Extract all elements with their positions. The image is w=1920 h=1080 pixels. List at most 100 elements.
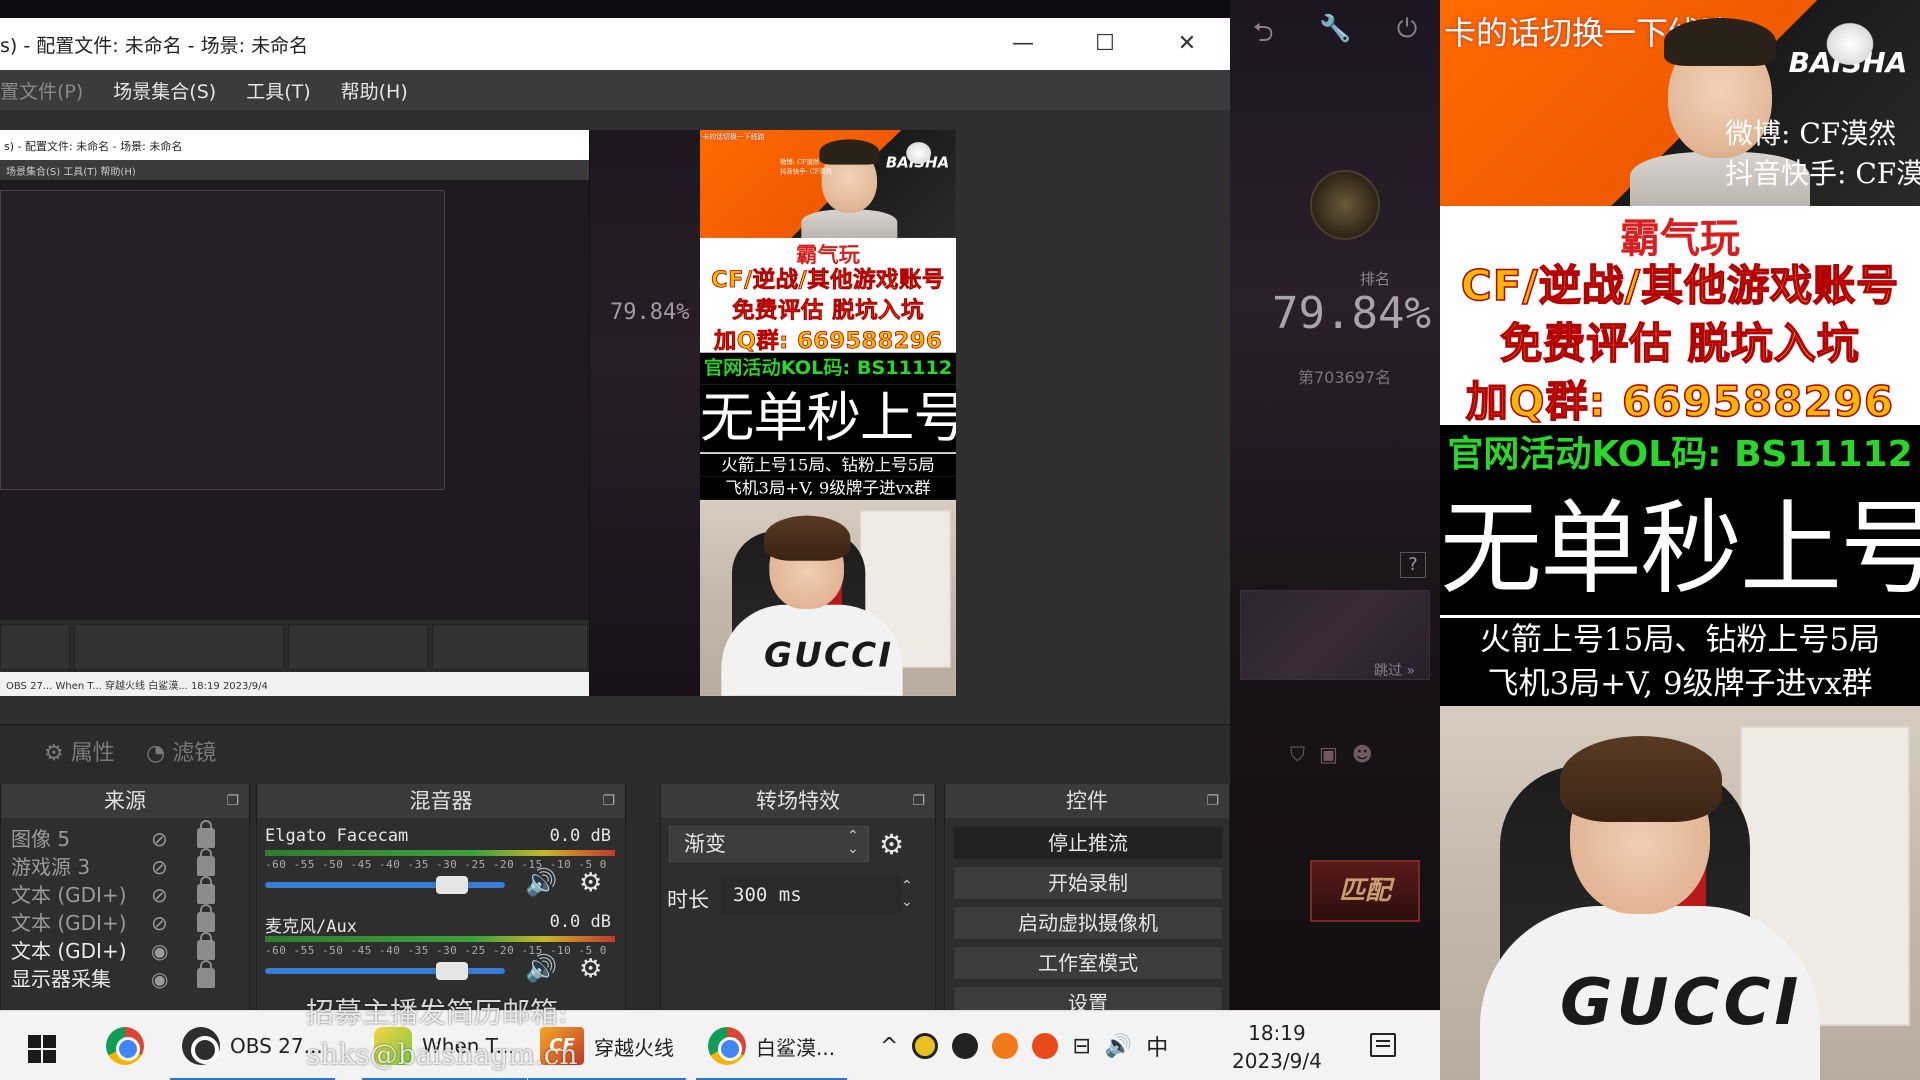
transitions-title: 转场特效 [756, 789, 840, 813]
windows-start-icon[interactable] [28, 1035, 56, 1063]
taskbar-chrome[interactable] [106, 1011, 144, 1080]
power-icon[interactable]: ⏻ [1397, 14, 1418, 58]
duration-input[interactable]: 300 ms [721, 876, 901, 914]
nested-game-strip: 79.84% [590, 130, 700, 696]
ad-douyin: 抖音快手: CF漠然 [779, 167, 832, 176]
flame-tray-icon[interactable] [992, 1033, 1019, 1059]
nested-menu: 场景集合(S) 工具(T) 帮助(H) [0, 160, 589, 180]
lock-icon[interactable] [197, 848, 215, 876]
menu-item[interactable]: 置文件(P) [0, 77, 83, 104]
ime-indicator[interactable]: 中 [1146, 1030, 1168, 1062]
maximize-button[interactable]: ☐ [1082, 26, 1128, 62]
skip-button[interactable]: 跳过 » [1374, 660, 1415, 680]
popout-icon[interactable]: ❐ [226, 784, 239, 818]
control-button[interactable]: 开始录制 [953, 866, 1223, 900]
meter-ticks: -60 -55 -50 -45 -40 -35 -30 -25 -20 -15 … [265, 858, 607, 871]
nested-transition-dock [288, 624, 428, 670]
clock[interactable]: 18:19 2023/9/4 [1232, 1019, 1322, 1075]
source-row[interactable]: 显示器采集 ◉ [1, 960, 251, 996]
sources-header: 来源 ❐ [1, 784, 249, 818]
speaker-icon[interactable]: 🔊 [525, 868, 557, 898]
duration-spinner-icon[interactable]: ⌃ ⌄ [901, 878, 913, 910]
obs-titlebar[interactable]: s) - 配置文件: 未命名 - 场景: 未命名 — ☐ ✕ [0, 18, 1230, 70]
baisha-logo: BAISHA [1780, 8, 1916, 98]
ad-header: 卡的话切换一下线路 BAISHA 微博: CF漠然 抖音快手: CF漠然 [1440, 0, 1920, 206]
streamer-hair [763, 515, 851, 561]
volume-meter [265, 936, 615, 942]
wrench-icon[interactable]: 🔧 [1319, 14, 1351, 58]
nested-controls-dock [432, 624, 588, 670]
control-button[interactable]: 停止推流 [953, 826, 1223, 860]
obs-menubar: 置文件(P) 场景集合(S) 工具(T) 帮助(H) [0, 70, 1230, 110]
taskbar-label: 穿越火线 [594, 1035, 674, 1060]
ad-small1: 火箭上号15局、钻粉上号5局 [1440, 618, 1920, 662]
lock-icon[interactable] [197, 876, 215, 904]
mask-icon[interactable]: ☻ [1352, 742, 1373, 766]
ad-headline: 无单秒上号 [700, 384, 956, 453]
ad-kol-code: 官网活动KOL码: BS11112 [1440, 425, 1920, 485]
transitions-dock: 转场特效 ❐ 渐变 ⌃ ⌄ ⚙ 时长 300 ms ⌃ ⌄ [660, 784, 936, 1010]
tray-expand-icon[interactable]: ^ [880, 1034, 898, 1059]
help-button[interactable]: ? [1400, 552, 1426, 578]
lock-icon[interactable] [197, 960, 215, 988]
channel-name: 麦克风/Aux [265, 917, 357, 937]
volume-icon[interactable]: 🔊 [1105, 1034, 1132, 1059]
popout-icon[interactable]: ❐ [1206, 784, 1219, 818]
channel-db: 0.0 dB [549, 826, 611, 846]
menu-item[interactable]: 工具(T) [246, 77, 310, 104]
obs-tray-icon[interactable] [952, 1033, 979, 1059]
nested-taskbar: OBS 27... When T... 穿越火线 白鲨漠... 18:19 20… [0, 672, 589, 696]
source-label: 文本 (GDI+) [11, 883, 127, 907]
nested-obs-view: s) - 配置文件: 未命名 - 场景: 未命名 场景集合(S) 工具(T) 帮… [0, 130, 590, 696]
volume-slider-handle[interactable] [436, 962, 468, 980]
lock-icon[interactable] [197, 820, 215, 848]
close-button[interactable]: ✕ [1164, 26, 1210, 62]
mixer-title: 混音器 [409, 789, 473, 813]
game-top-icons: ⮌ 🔧 ⏻ [1230, 14, 1440, 58]
volume-slider[interactable] [265, 968, 505, 974]
transition-gear-icon[interactable]: ⚙ [879, 828, 904, 861]
tray-app-icon[interactable] [912, 1033, 939, 1059]
menu-item[interactable]: 帮助(H) [341, 77, 408, 104]
control-button[interactable]: 启动虚拟摄像机 [953, 906, 1223, 940]
menu-item[interactable]: 场景集合(S) [113, 77, 216, 104]
select-arrows-icon[interactable]: ⌃ ⌄ [847, 829, 859, 856]
system-tray: ^ ⊟ 🔊 中 [880, 1011, 1168, 1080]
ad-small2: 飞机3局+V, 9级牌子进vx群 [700, 476, 956, 500]
lock-icon[interactable] [197, 932, 215, 960]
source-label: 游戏源 3 [11, 855, 91, 879]
notification-icon[interactable] [1370, 1033, 1396, 1057]
control-button[interactable]: 工作室模式 [953, 946, 1223, 980]
obs-window: s) - 配置文件: 未命名 - 场景: 未命名 — ☐ ✕ 置文件(P) 场景集… [0, 18, 1230, 1020]
shield-icon[interactable]: ⛉ [1290, 742, 1305, 766]
streamer-suit [801, 209, 898, 238]
recruit-watermark: 招募主播发简历邮箱: shks@baishagm.cn [306, 992, 578, 1076]
match-button[interactable]: 匹配 [1310, 860, 1420, 922]
tray-app-icon[interactable] [1032, 1033, 1059, 1059]
preview-canvas[interactable]: s) - 配置文件: 未命名 - 场景: 未命名 场景集合(S) 工具(T) 帮… [0, 130, 956, 696]
volume-slider-handle[interactable] [436, 876, 468, 894]
filters-label: 滤镜 [172, 741, 217, 766]
gear-icon[interactable]: ⚙ [579, 954, 602, 984]
popout-icon[interactable]: ❐ [912, 784, 925, 818]
popout-icon[interactable]: ❐ [602, 784, 615, 818]
lock-icon[interactable] [197, 904, 215, 932]
taskbar-app-chrome[interactable]: 白鲨漠... [696, 1011, 848, 1080]
gear-icon[interactable]: ⚙ [579, 868, 602, 898]
bag-icon[interactable]: ▣ [1319, 742, 1338, 766]
speaker-icon[interactable]: 🔊 [525, 954, 557, 984]
preview-area[interactable]: s) - 配置文件: 未命名 - 场景: 未命名 场景集合(S) 工具(T) 帮… [0, 110, 1230, 724]
filters-button[interactable]: ◔ 滤镜 [146, 737, 216, 771]
shirt-print: GUCCI [1560, 966, 1803, 1040]
ad-small2: 飞机3局+V, 9级牌子进vx群 [1440, 662, 1920, 706]
network-icon[interactable]: ⊟ [1072, 1034, 1090, 1059]
ad-line3: 加Q群: 669588296 [1465, 376, 1895, 427]
ad-line1: CF/逆战/其他游戏账号 [1460, 260, 1900, 311]
transition-select[interactable]: 渐变 [669, 826, 869, 862]
properties-button[interactable]: ⚙ 属性 [44, 737, 115, 771]
back-icon[interactable]: ⮌ [1253, 14, 1274, 58]
eye-icon[interactable]: ◉ [151, 962, 168, 996]
streamer-hair [1560, 736, 1722, 822]
volume-slider[interactable] [265, 882, 505, 888]
minimize-button[interactable]: — [1000, 26, 1046, 62]
